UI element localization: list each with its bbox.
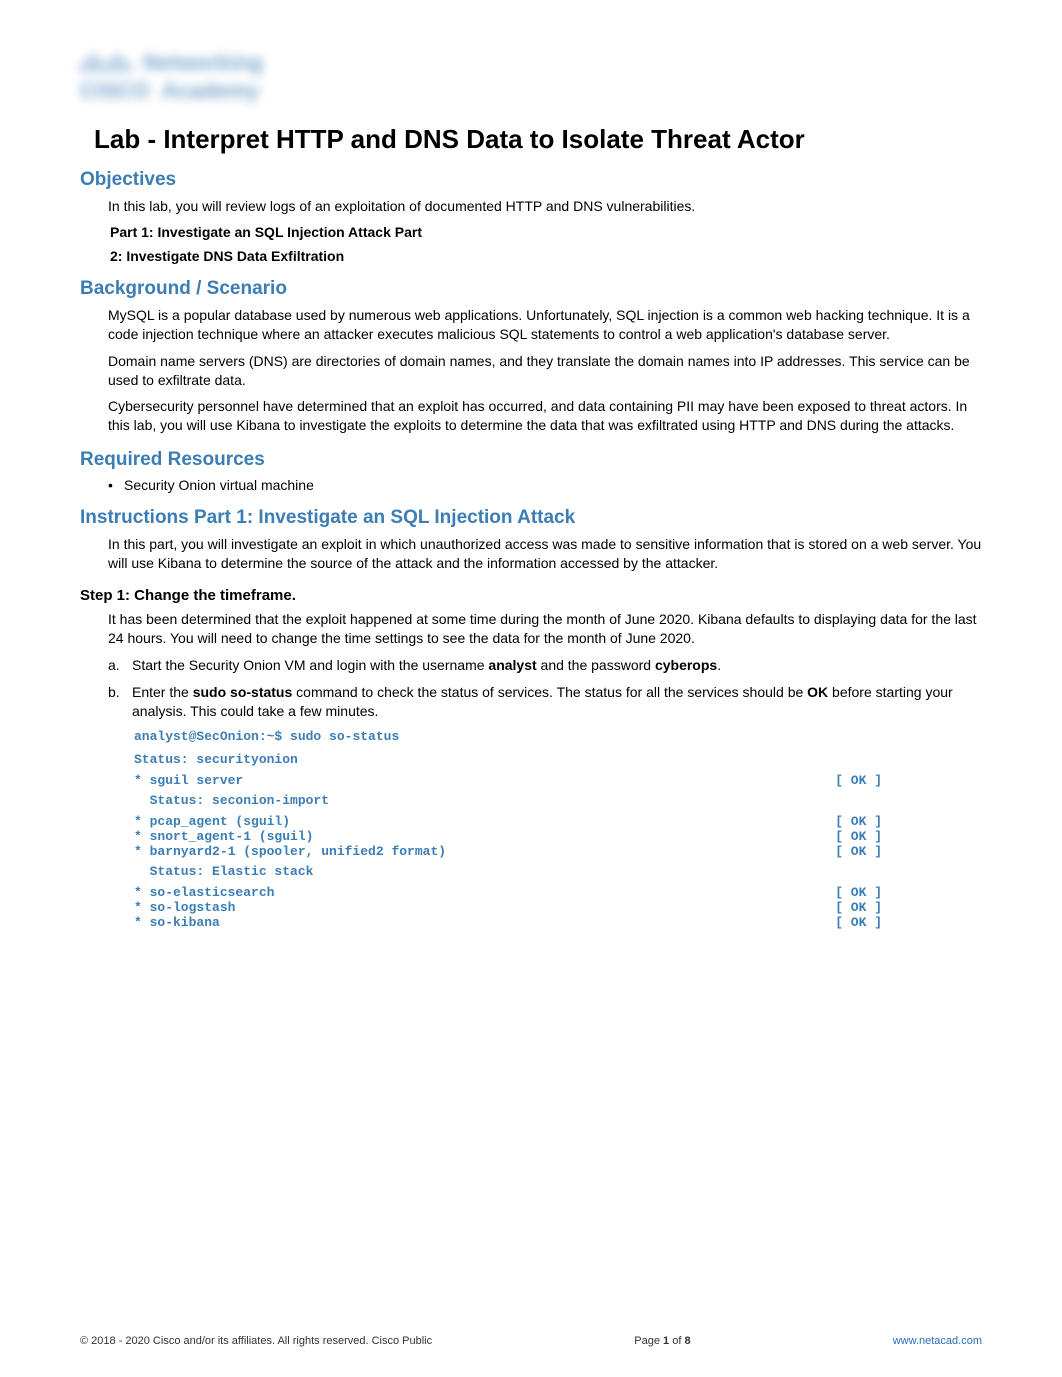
step-b-pre: Enter the: [132, 684, 193, 700]
code-l5: * snort_agent-1 (sguil) [ OK ]: [134, 829, 982, 844]
step-a-end: .: [717, 657, 721, 673]
step-letter-a: a.: [108, 656, 132, 675]
background-p3: Cybersecurity personnel have determined …: [108, 397, 982, 435]
code-l3: Status: seconion-import: [134, 792, 982, 810]
logo-text-academy: Academy: [162, 78, 260, 104]
code-l7: Status: Elastic stack: [134, 863, 982, 881]
code-l8-text: * so-elasticsearch: [134, 885, 274, 900]
instructions-intro: In this part, you will investigate an ex…: [108, 535, 982, 573]
cisco-bars-icon: [80, 54, 131, 72]
footer-page: Page 1 of 8: [634, 1335, 690, 1347]
code-l2: * sguil server [ OK ]: [134, 773, 982, 788]
code-l4: * pcap_agent (sguil) [ OK ]: [134, 814, 982, 829]
code-l6: * barnyard2-1 (spooler, unified2 format)…: [134, 844, 982, 859]
heading-step1: Step 1: Change the timeframe.: [80, 587, 982, 604]
background-p1: MySQL is a popular database used by nume…: [108, 306, 982, 344]
heading-background: Background / Scenario: [80, 278, 982, 300]
step-b-mid: command to check the status of services.…: [292, 684, 807, 700]
code-l10-status: [ OK ]: [835, 915, 882, 930]
code-l9: * so-logstash [ OK ]: [134, 900, 982, 915]
code-l10-text: * so-kibana: [134, 915, 220, 930]
code-l8-status: [ OK ]: [835, 885, 882, 900]
code-l4-text: * pcap_agent (sguil): [134, 814, 290, 829]
step-a-pre: Start the Security Onion VM and login wi…: [132, 657, 488, 673]
code-l5-status: [ OK ]: [835, 829, 882, 844]
code-l8: * so-elasticsearch [ OK ]: [134, 885, 982, 900]
code-l6-status: [ OK ]: [835, 844, 882, 859]
cmd: sudo so-status: [290, 729, 399, 744]
footer-link[interactable]: www.netacad.com: [893, 1335, 982, 1347]
code-l4-status: [ OK ]: [835, 814, 882, 829]
logo-text-networking: Networking: [143, 50, 263, 76]
step-a-mid: and the password: [537, 657, 655, 673]
objectives-part2: 2: Investigate DNS Data Exfiltration: [110, 248, 982, 264]
prompt: analyst@SecOnion:~$: [134, 729, 290, 744]
logo: Networking CISCO Academy: [80, 50, 982, 104]
step1-intro: It has been determined that the exploit …: [108, 610, 982, 648]
objectives-intro: In this lab, you will review logs of an …: [108, 197, 982, 216]
code-l2-status: [ OK ]: [835, 773, 882, 788]
logo-text-cisco: CISCO: [80, 78, 150, 104]
step-a-user: analyst: [488, 657, 536, 673]
page-footer: © 2018 - 2020 Cisco and/or its affiliate…: [80, 1335, 982, 1347]
background-p2: Domain name servers (DNS) are directorie…: [108, 352, 982, 390]
code-l2-text: * sguil server: [134, 773, 243, 788]
heading-instructions: Instructions Part 1: Investigate an SQL …: [80, 507, 982, 529]
code-l1: Status: securityonion: [134, 751, 982, 769]
step-b-ok: OK: [807, 684, 828, 700]
step-b-cmd: sudo so-status: [193, 684, 293, 700]
code-l10: * so-kibana [ OK ]: [134, 915, 982, 930]
code-l9-text: * so-logstash: [134, 900, 235, 915]
terminal-output: analyst@SecOnion:~$ sudo so-status: [134, 728, 982, 746]
objectives-part1: Part 1: Investigate an SQL Injection Att…: [110, 224, 982, 240]
code-l5-text: * snort_agent-1 (sguil): [134, 829, 313, 844]
resources-list: Security Onion virtual machine: [108, 477, 982, 493]
step-letter-b: b.: [108, 683, 132, 721]
step-a-pass: cyberops: [655, 657, 717, 673]
step-b-content: Enter the sudo so-status command to chec…: [132, 683, 982, 721]
step-a-content: Start the Security Onion VM and login wi…: [132, 656, 982, 675]
heading-objectives: Objectives: [80, 169, 982, 191]
page-title: Lab - Interpret HTTP and DNS Data to Iso…: [94, 124, 982, 155]
step-b: b. Enter the sudo so-status command to c…: [108, 683, 982, 721]
step-a: a. Start the Security Onion VM and login…: [108, 656, 982, 675]
resource-item: Security Onion virtual machine: [108, 477, 982, 493]
heading-resources: Required Resources: [80, 449, 982, 471]
code-l6-text: * barnyard2-1 (spooler, unified2 format): [134, 844, 446, 859]
code-l9-status: [ OK ]: [835, 900, 882, 915]
footer-copyright: © 2018 - 2020 Cisco and/or its affiliate…: [80, 1335, 432, 1347]
